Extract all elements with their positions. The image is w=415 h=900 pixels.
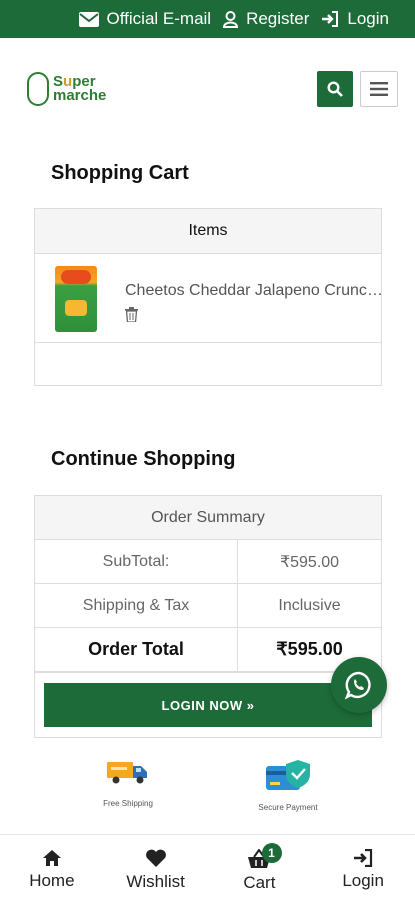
free-shipping-feature: Free Shipping: [73, 758, 183, 808]
register-link[interactable]: Register: [223, 9, 309, 29]
whatsapp-icon: [344, 671, 371, 700]
nav-wishlist-label: Wishlist: [126, 872, 185, 891]
envelope-icon: [78, 11, 99, 27]
shipping-row: Shipping & Tax Inclusive: [35, 584, 381, 628]
search-button[interactable]: [317, 71, 353, 107]
shipping-value: Inclusive: [278, 596, 341, 614]
free-shipping-caption: Free Shipping: [103, 799, 153, 808]
shopping-cart-title: Shopping Cart: [51, 162, 189, 184]
login-link[interactable]: Login: [321, 9, 389, 29]
menu-button[interactable]: [360, 71, 398, 107]
secure-payment-feature: Secure Payment: [233, 758, 343, 812]
card-shield-icon: [266, 760, 310, 790]
sign-in-icon: [322, 11, 339, 27]
nav-cart-label: Cart: [243, 873, 276, 892]
nav-cart[interactable]: 1 Cart: [208, 835, 312, 900]
subtotal-row: SubTotal: ₹595.00: [35, 540, 381, 584]
logo[interactable]: Super marche: [27, 71, 117, 107]
official-email-link[interactable]: Official E-mail: [78, 9, 212, 29]
shipping-label: Shipping & Tax: [35, 584, 238, 627]
items-header: Items: [35, 209, 381, 254]
search-icon: [327, 81, 343, 97]
order-summary-header: Order Summary: [35, 496, 381, 540]
order-total-row: Order Total ₹595.00: [35, 628, 381, 672]
subtotal-label: SubTotal:: [35, 540, 238, 583]
order-total-label: Order Total: [35, 628, 238, 671]
cart-count-badge: 1: [261, 843, 282, 863]
order-summary: Order Summary SubTotal: ₹595.00 Shipping…: [34, 495, 382, 738]
product-name[interactable]: Cheetos Cheddar Jalapeno Crunchy: [125, 282, 383, 300]
top-bar: Official E-mail Register Login: [0, 0, 415, 38]
official-email-label: Official E-mail: [106, 9, 212, 28]
heart-icon: [145, 849, 166, 867]
secure-payment-caption: Secure Payment: [258, 803, 318, 812]
bottom-nav: Home Wishlist 1 Cart Login: [0, 834, 415, 900]
logo-mark-icon: [27, 72, 49, 106]
user-icon: [223, 10, 239, 28]
header: Super marche: [0, 38, 415, 138]
login-now-button[interactable]: LOGIN NOW »: [44, 683, 372, 727]
truck-icon: [107, 762, 147, 784]
cart-table: Items Cheetos Cheddar Jalapeno Crunchy: [34, 208, 383, 386]
trash-icon[interactable]: [125, 307, 138, 322]
logo-text-marche: marche: [53, 87, 107, 104]
nav-wishlist[interactable]: Wishlist: [104, 835, 208, 900]
subtotal-value: ₹595.00: [279, 553, 340, 571]
home-icon: [42, 850, 61, 866]
whatsapp-button[interactable]: [331, 657, 387, 713]
nav-login[interactable]: Login: [311, 835, 415, 900]
hamburger-icon: [370, 82, 388, 96]
continue-shopping-title[interactable]: Continue Shopping: [51, 448, 235, 471]
nav-home-label: Home: [29, 871, 75, 890]
register-label: Register: [246, 9, 310, 28]
login-label: Login: [347, 9, 389, 28]
nav-login-label: Login: [342, 871, 384, 890]
cart-item-row: Cheetos Cheddar Jalapeno Crunchy: [35, 254, 383, 343]
product-image[interactable]: [55, 266, 97, 332]
nav-home[interactable]: Home: [0, 835, 104, 900]
sign-in-icon: [354, 849, 373, 867]
